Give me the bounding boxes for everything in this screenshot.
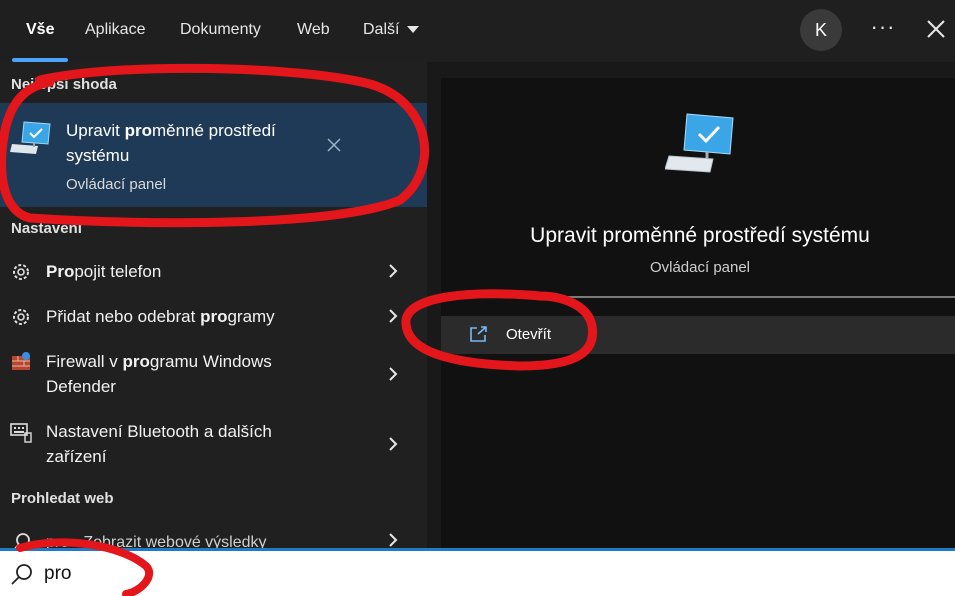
open-external-icon — [470, 326, 487, 342]
gear-icon — [13, 264, 29, 280]
tab-more[interactable]: Další — [363, 0, 420, 62]
search-input[interactable] — [44, 559, 904, 589]
preview-subtitle: Ovládací panel — [649, 259, 751, 276]
settings-item-label: Firewall v programu Windows Defender — [46, 352, 272, 396]
preview-panel: Upravit proměnné prostředí systému Ovlád… — [427, 62, 955, 548]
settings-item-add-remove-programs[interactable]: Přidat nebo odebrat programy — [0, 303, 427, 331]
tab-apps[interactable]: Aplikace — [85, 0, 145, 62]
caret-down-icon — [407, 26, 420, 34]
results-panel: Nejlepší shoda Upravit proměnné prostřed… — [0, 62, 427, 548]
chevron-right-icon — [389, 533, 398, 547]
dismiss-icon[interactable] — [324, 135, 344, 155]
tab-documents[interactable]: Dokumenty — [180, 0, 261, 62]
best-match-subtitle: Ovládací panel — [66, 176, 167, 193]
keyboard-device-icon — [10, 423, 32, 443]
settings-item-label: Nastavení Bluetooth a dalších zařízení — [46, 422, 272, 466]
settings-item-firewall[interactable]: Firewall v programu Windows Defender — [0, 348, 427, 400]
chevron-right-icon — [389, 367, 398, 381]
tab-web[interactable]: Web — [297, 0, 330, 62]
best-match-heading: Nejlepší shoda — [11, 76, 117, 93]
firewall-icon — [12, 352, 30, 370]
settings-item-bluetooth[interactable]: Nastavení Bluetooth a dalších zařízení — [0, 418, 427, 470]
top-tab-bar: Vše Aplikace Dokumenty Web Další K ··· — [0, 0, 955, 62]
web-search-item[interactable]: pro - Zobrazit webové výsledky — [0, 528, 427, 548]
best-match-title: Upravit proměnné prostředí systému — [66, 121, 276, 165]
chevron-right-icon — [389, 437, 398, 451]
preview-title: Upravit proměnné prostředí systému — [530, 224, 870, 247]
search-icon — [14, 533, 30, 548]
divider — [441, 296, 955, 298]
tab-all[interactable]: Vše — [26, 0, 54, 62]
search-icon — [11, 564, 32, 585]
search-web-heading: Prohledat web — [11, 490, 114, 507]
more-options-button[interactable]: ··· — [868, 12, 898, 48]
close-icon[interactable] — [922, 14, 950, 44]
computer-monitor-icon — [665, 113, 734, 173]
settings-item-label: Přidat nebo odebrat programy — [46, 307, 275, 326]
chevron-right-icon — [389, 309, 398, 323]
best-match-item[interactable]: Upravit proměnné prostředí systému Ovlád… — [0, 103, 427, 207]
tab-more-label: Další — [363, 21, 400, 38]
open-button-label: Otevřít — [506, 326, 552, 343]
open-button[interactable]: Otevřít — [441, 316, 955, 354]
settings-item-link-phone[interactable]: Propojit telefon — [0, 258, 427, 286]
settings-heading: Nastavení — [11, 220, 82, 237]
web-search-label: pro - Zobrazit webové výsledky — [46, 534, 267, 548]
gear-icon — [13, 309, 29, 325]
settings-item-label: Propojit telefon — [46, 262, 162, 281]
computer-monitor-icon — [10, 121, 51, 154]
chevron-right-icon — [389, 264, 398, 278]
preview-card: Upravit proměnné prostředí systému Ovlád… — [441, 78, 955, 548]
search-bar — [0, 548, 955, 596]
avatar[interactable]: K — [800, 9, 842, 51]
